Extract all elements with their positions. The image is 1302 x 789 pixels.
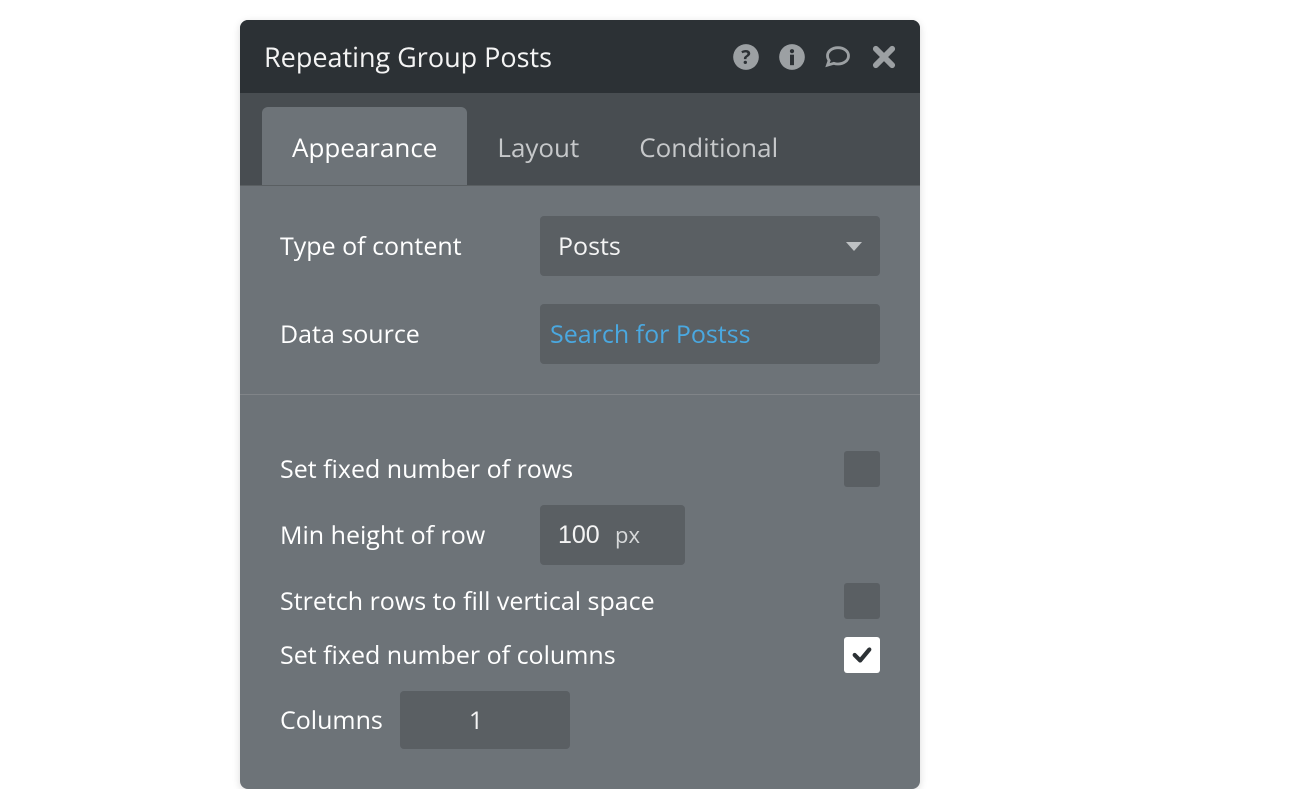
field-set-fixed-rows: Set fixed number of rows <box>280 451 880 487</box>
caret-down-icon <box>846 242 862 251</box>
property-editor-panel: Repeating Group Posts ? Appearance Layou… <box>240 20 920 789</box>
min-height-input[interactable] <box>540 505 615 565</box>
stretch-rows-label: Stretch rows to fill vertical space <box>280 584 844 618</box>
help-icon[interactable]: ? <box>732 43 760 71</box>
data-source-label: Data source <box>280 317 540 351</box>
min-height-input-group: px <box>540 505 685 565</box>
type-of-content-dropdown[interactable]: Posts <box>540 216 880 276</box>
columns-label: Columns <box>280 703 400 737</box>
header-actions: ? <box>732 43 898 71</box>
tab-bar: Appearance Layout Conditional <box>240 93 920 186</box>
type-of-content-label: Type of content <box>280 229 540 263</box>
field-data-source: Data source Search for Postss <box>280 304 880 364</box>
data-source-expression[interactable]: Search for Postss <box>540 304 880 364</box>
columns-dropdown[interactable]: 1 <box>400 691 570 749</box>
set-fixed-rows-label: Set fixed number of rows <box>280 452 844 486</box>
info-icon[interactable] <box>778 43 806 71</box>
set-fixed-rows-checkbox[interactable] <box>844 451 880 487</box>
data-source-value: Search for Postss <box>550 317 751 351</box>
min-height-unit-dropdown[interactable]: px <box>615 505 658 565</box>
svg-text:?: ? <box>741 43 750 70</box>
field-type-of-content: Type of content Posts <box>280 216 880 276</box>
field-min-height: Min height of row px <box>280 505 880 565</box>
field-stretch-rows: Stretch rows to fill vertical space <box>280 583 880 619</box>
min-height-label: Min height of row <box>280 518 540 552</box>
field-columns: Columns 1 <box>280 691 880 749</box>
stretch-rows-checkbox[interactable] <box>844 583 880 619</box>
check-icon <box>851 644 873 666</box>
comment-icon[interactable] <box>824 43 852 71</box>
set-fixed-cols-label: Set fixed number of columns <box>280 638 844 672</box>
tab-layout[interactable]: Layout <box>467 107 609 185</box>
panel-title: Repeating Group Posts <box>264 38 552 75</box>
field-set-fixed-cols: Set fixed number of columns <box>280 637 880 673</box>
panel-header: Repeating Group Posts ? <box>240 20 920 93</box>
close-icon[interactable] <box>870 43 898 71</box>
section-data: Type of content Posts Data source Search… <box>240 186 920 395</box>
set-fixed-cols-checkbox[interactable] <box>844 637 880 673</box>
tab-appearance[interactable]: Appearance <box>262 107 467 185</box>
tab-conditional[interactable]: Conditional <box>609 107 808 185</box>
min-height-unit: px <box>615 520 640 550</box>
type-of-content-value: Posts <box>558 229 621 263</box>
section-layout-settings: Set fixed number of rows Min height of r… <box>240 395 920 789</box>
columns-value: 1 <box>400 703 552 737</box>
